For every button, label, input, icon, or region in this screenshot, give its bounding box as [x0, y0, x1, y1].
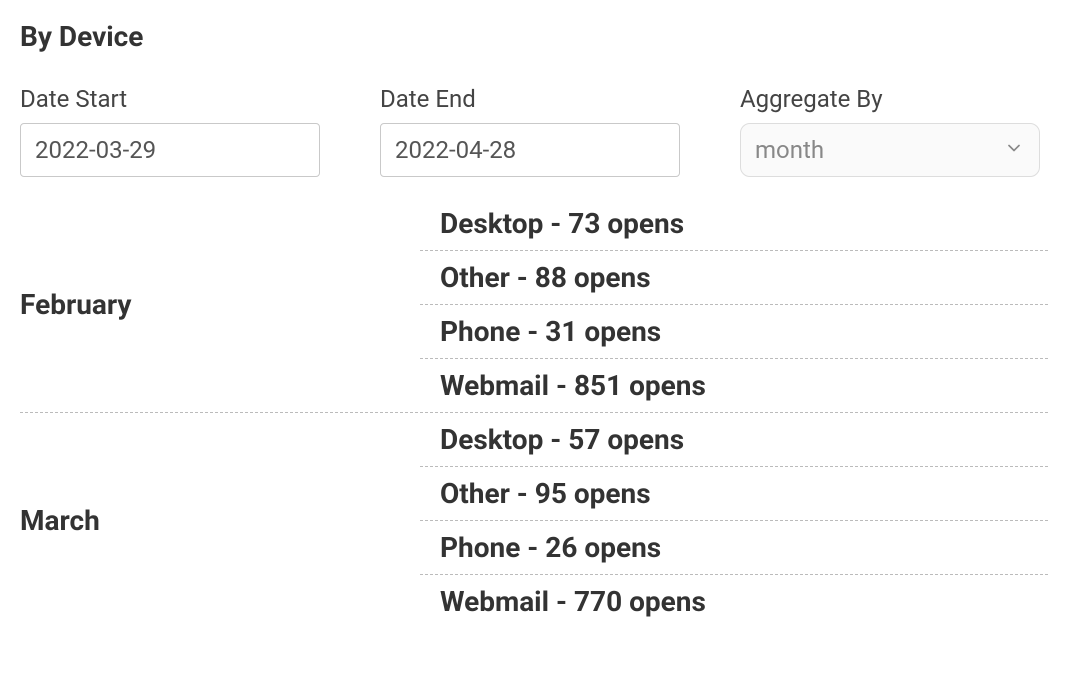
date-start-group: Date Start [20, 85, 320, 177]
aggregate-by-group: Aggregate By month [740, 85, 1040, 177]
controls-row: Date Start Date End Aggregate By month [20, 85, 1048, 177]
date-end-label: Date End [380, 85, 680, 113]
device-row: Webmail - 851 opens [420, 359, 1048, 412]
device-row: Desktop - 73 opens [420, 197, 1048, 251]
aggregate-by-select[interactable]: month [740, 123, 1040, 177]
device-row: Phone - 31 opens [420, 305, 1048, 359]
date-end-input[interactable] [380, 123, 680, 177]
device-row: Phone - 26 opens [420, 521, 1048, 575]
month-label: March [20, 504, 420, 537]
results-table: FebruaryDesktop - 73 opensOther - 88 ope… [20, 197, 1048, 628]
device-rows: Desktop - 57 opensOther - 95 opensPhone … [420, 413, 1048, 628]
device-row: Other - 88 opens [420, 251, 1048, 305]
month-label: February [20, 288, 420, 321]
device-row: Desktop - 57 opens [420, 413, 1048, 467]
month-group: FebruaryDesktop - 73 opensOther - 88 ope… [20, 197, 1048, 413]
aggregate-by-label: Aggregate By [740, 85, 1040, 113]
section-title: By Device [20, 20, 1048, 53]
device-row: Webmail - 770 opens [420, 575, 1048, 628]
date-end-group: Date End [380, 85, 680, 177]
date-start-label: Date Start [20, 85, 320, 113]
device-row: Other - 95 opens [420, 467, 1048, 521]
month-group: MarchDesktop - 57 opensOther - 95 opensP… [20, 413, 1048, 628]
date-start-input[interactable] [20, 123, 320, 177]
device-rows: Desktop - 73 opensOther - 88 opensPhone … [420, 197, 1048, 412]
